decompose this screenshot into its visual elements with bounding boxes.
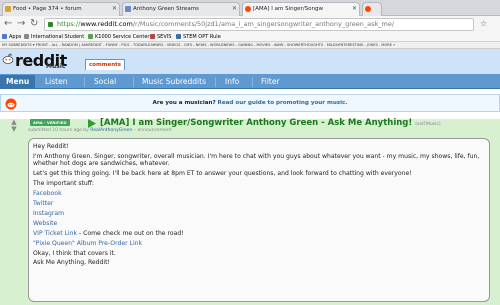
streams-favicon-icon — [125, 6, 131, 12]
vip-ticket-link[interactable]: VIP Ticket Link — [33, 230, 77, 237]
author-link[interactable]: RealAnthonyGreen — [90, 128, 132, 133]
page-icon — [88, 34, 93, 39]
body-paragraph: Ask Me Anything, Reddit! — [33, 259, 110, 267]
tab-anthony-green-streams[interactable]: Anthony Green Streams ✕ — [122, 2, 240, 16]
bookmark-label: K1000 Service Center — [95, 34, 150, 40]
album-preorder-link[interactable]: "Pixie Queen" Album Pre-Order Link — [33, 240, 142, 247]
menu-filter[interactable]: Filter — [261, 75, 280, 89]
downvote-arrow-icon[interactable]: ▼ — [8, 126, 20, 133]
website-link[interactable]: Website — [33, 220, 57, 227]
post-body: Hey Reddit! I'm Anthony Green. Singer, s… — [28, 138, 490, 302]
ama-verified-flair: AMA - VERIFIED — [30, 119, 70, 126]
back-icon[interactable]: ← — [4, 19, 12, 29]
reload-icon[interactable]: ↻ — [30, 19, 38, 29]
body-paragraph: Okay, I think that covers it. — [33, 249, 116, 257]
tab-comments[interactable]: comments — [85, 59, 126, 70]
bookmark-label: Apps — [9, 34, 22, 40]
tab-label: Anthony Green Streams — [133, 6, 199, 12]
page-icon — [176, 34, 181, 39]
body-paragraph: Hey Reddit! — [33, 143, 69, 150]
url-scheme: https:// — [57, 20, 81, 28]
bookmark-stem-opt[interactable]: STEM OPT Rule — [176, 33, 221, 41]
body-paragraph: The important stuff: — [33, 180, 94, 188]
bookmark-international-student[interactable]: International Student — [24, 33, 84, 41]
promo-guide-link[interactable]: Read our guide to promoting your music. — [218, 100, 348, 106]
tab-label: Food • Page 374 • forum — [13, 6, 82, 12]
subreddit-name[interactable]: Music — [46, 63, 65, 70]
snoo-logo-icon — [2, 53, 14, 64]
bookmark-k1000[interactable]: K1000 Service Center — [88, 33, 150, 41]
submitted-text: submitted 10 hours ago by — [28, 128, 89, 133]
tab-reddit-small[interactable] — [362, 2, 382, 16]
bookmark-sevis[interactable]: SEVIS — [150, 33, 171, 41]
post: ▲ ▼ AMA - VERIFIED [AMA] I am Singer/Son… — [0, 116, 500, 305]
reddit-favicon-icon — [365, 6, 371, 12]
submission-info: submitted 10 hours ago by RealAnthonyGre… — [28, 128, 171, 133]
subreddit-strip[interactable]: MY SUBREDDITS ▾ FRONT - ALL - RANDOM | A… — [0, 42, 500, 49]
menu-social[interactable]: Social — [94, 75, 116, 89]
self-tag[interactable]: (self.Music) — [415, 122, 440, 127]
reddit-favicon-icon — [245, 6, 251, 12]
address-bar-row: ← → ↻ https://www.reddit.com/r/Music/com… — [0, 16, 500, 33]
vote-box: ▲ ▼ — [8, 119, 20, 133]
twitter-link[interactable]: Twitter — [33, 200, 53, 207]
close-tab-icon[interactable]: ✕ — [112, 3, 117, 15]
body-paragraph: Let's get this thing going. I'll be back… — [33, 170, 412, 178]
promo-banner: Are you a musician? Read our guide to pr… — [0, 94, 500, 112]
tab-bar: Food • Page 374 • forum ✕ Anthony Green … — [0, 0, 500, 16]
vip-suffix: - Come check me out on the road! — [77, 229, 184, 237]
promo-question: Are you a musician? — [152, 100, 216, 106]
forum-favicon-icon — [5, 6, 11, 12]
page-icon — [24, 34, 29, 39]
menu-divider — [252, 77, 253, 87]
body-paragraph: I'm Anthony Green. Singer, songwriter, o… — [33, 152, 480, 168]
url-path: /r/Music/comments/50jzd1/ama_i_am_singer… — [132, 20, 395, 28]
menu-divider — [215, 77, 216, 87]
menu-info[interactable]: Info — [225, 75, 239, 89]
browser-window: Food • Page 374 • forum ✕ Anthony Green … — [0, 0, 500, 305]
bookmark-apps[interactable]: Apps — [2, 33, 21, 41]
star-icon[interactable]: ☆ — [480, 19, 487, 29]
apps-icon — [2, 34, 7, 39]
reddit-header: reddit Music comments — [0, 49, 500, 75]
close-tab-icon[interactable]: ✕ — [352, 3, 357, 15]
menu-listen[interactable]: Listen — [45, 75, 67, 89]
post-title[interactable]: [AMA] I am Singer/Songwriter Anthony Gre… — [100, 118, 441, 128]
url-host: www.reddit.com — [80, 20, 133, 28]
menu-label[interactable]: Menu — [0, 75, 36, 89]
bookmark-label: International Student — [31, 34, 85, 40]
instagram-link[interactable]: Instagram — [33, 210, 64, 217]
forward-icon[interactable]: → — [17, 19, 25, 29]
facebook-link[interactable]: Facebook — [33, 190, 62, 197]
menu-divider — [133, 77, 134, 87]
close-tab-icon[interactable]: ✕ — [232, 3, 237, 15]
tab-food-forum[interactable]: Food • Page 374 • forum ✕ — [2, 2, 120, 16]
bookmark-label: STEM OPT Rule — [183, 34, 221, 40]
tab-reddit-ama[interactable]: [AMA] I am Singer/Songw ✕ — [242, 2, 360, 16]
bookmark-label: SEVIS — [157, 34, 172, 40]
play-icon — [88, 119, 96, 128]
menu-music-subreddits[interactable]: Music Subreddits — [142, 75, 206, 89]
tab-label: [AMA] I am Singer/Songw — [253, 6, 323, 12]
lock-icon — [48, 22, 53, 27]
page-icon — [150, 34, 155, 39]
menu-divider — [84, 77, 85, 87]
post-title-text[interactable]: [AMA] I am Singer/Songwriter Anthony Gre… — [100, 118, 412, 128]
subreddit-menu: Menu Listen Social Music Subreddits Info… — [0, 75, 500, 89]
snoo-icon — [5, 98, 17, 110]
url-field[interactable]: https://www.reddit.com/r/Music/comments/… — [44, 18, 474, 31]
author-flair: – announcement — [133, 128, 172, 133]
bookmarks-bar: Apps International Student K1000 Service… — [0, 33, 500, 42]
